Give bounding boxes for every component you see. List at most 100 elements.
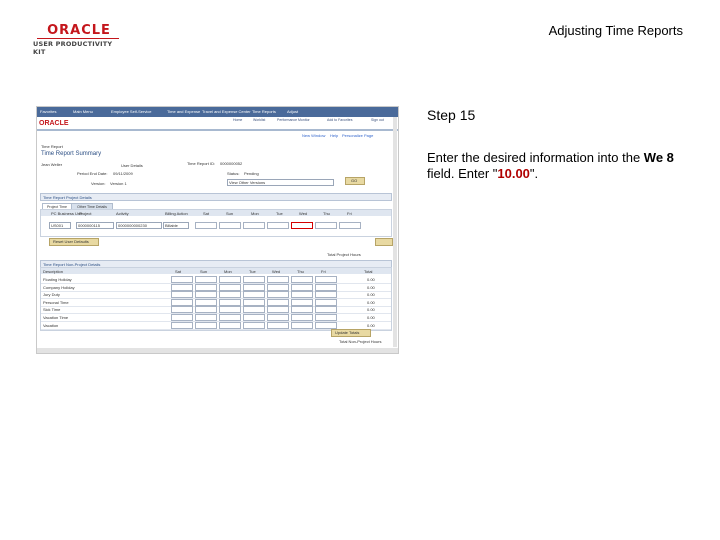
mon-hours-input[interactable]	[243, 222, 265, 229]
view-versions-select[interactable]: View Other Versions	[227, 179, 334, 186]
business-unit-input[interactable]: US001	[49, 222, 71, 229]
hours-input[interactable]	[171, 276, 193, 283]
col-activity: Activity	[116, 211, 129, 216]
activity-input[interactable]: 0000000000230	[116, 222, 162, 229]
hours-input[interactable]	[315, 298, 337, 306]
row-description: Sick Time	[43, 307, 61, 313]
reset-user-defaults-button[interactable]: Reset User Defaults	[49, 238, 99, 246]
fri-hours-input[interactable]	[339, 222, 361, 229]
row-total: 0.00	[367, 292, 375, 298]
menu-item[interactable]: Adjust	[287, 109, 298, 114]
hours-input[interactable]	[171, 321, 193, 329]
tue-hours-input[interactable]	[267, 222, 289, 229]
hours-input[interactable]	[291, 321, 313, 329]
col-sat: Sat	[175, 269, 182, 274]
hours-input[interactable]	[195, 291, 217, 299]
hours-input[interactable]	[219, 298, 241, 306]
menu-item[interactable]: Time and Expense	[167, 109, 200, 114]
hours-input[interactable]	[291, 314, 313, 321]
hours-input[interactable]	[243, 276, 265, 283]
update-totals-button[interactable]: Update Totals	[331, 329, 371, 337]
hours-input[interactable]	[291, 291, 313, 299]
hours-input[interactable]	[195, 306, 217, 314]
hours-input[interactable]	[291, 298, 313, 306]
sign-out-link[interactable]: Sign out	[371, 118, 384, 122]
thu-hours-input[interactable]	[315, 222, 337, 229]
user-name: Jean Weller	[41, 162, 63, 167]
hours-input[interactable]	[195, 298, 217, 306]
hours-input[interactable]	[267, 321, 289, 329]
add-to-favorites-link[interactable]: Add to Favorites	[327, 118, 352, 122]
hours-input[interactable]	[315, 321, 337, 329]
status-value: Pending	[244, 171, 259, 176]
brand-bar: ORACLE Home Worklist Performance Monitor…	[37, 117, 398, 131]
billing-action-select[interactable]: Billable	[163, 222, 189, 229]
oracle-upk-logo: ORACLE USER PRODUCTIVITY KIT	[33, 24, 125, 56]
hours-input[interactable]	[291, 306, 313, 314]
hours-input[interactable]	[171, 298, 193, 306]
hours-input[interactable]	[195, 321, 217, 329]
hours-input[interactable]	[171, 283, 193, 291]
personalize-page-link[interactable]: Personalize Page	[342, 133, 373, 138]
hours-input[interactable]	[219, 306, 241, 314]
hours-input[interactable]	[219, 321, 241, 329]
hours-input[interactable]	[243, 291, 265, 299]
menu-item[interactable]: Employee Self-Service	[111, 109, 151, 114]
row-description: Vacation	[43, 322, 59, 328]
go-button[interactable]: GO	[345, 177, 365, 185]
hours-input[interactable]	[219, 283, 241, 291]
col-mon: Mon	[224, 269, 232, 274]
hours-input[interactable]	[315, 276, 337, 283]
menu-item[interactable]: Time Reports	[252, 109, 276, 114]
hours-input[interactable]	[171, 314, 193, 321]
hours-input[interactable]	[267, 306, 289, 314]
hours-input[interactable]	[219, 276, 241, 283]
menu-item[interactable]: Travel and Expense Center	[202, 109, 251, 114]
hours-input[interactable]	[171, 306, 193, 314]
hours-input[interactable]	[171, 291, 193, 299]
hours-input[interactable]	[267, 276, 289, 283]
hours-input[interactable]	[219, 314, 241, 321]
col-tue: Tue	[249, 269, 256, 274]
vertical-scrollbar[interactable]	[393, 117, 397, 347]
hours-input[interactable]	[267, 283, 289, 291]
performance-monitor-link[interactable]: Performance Monitor	[277, 118, 310, 122]
help-link[interactable]: Help	[330, 133, 338, 138]
hours-input[interactable]	[315, 306, 337, 314]
we8-hours-input[interactable]	[291, 222, 313, 229]
horizontal-scrollbar[interactable]	[37, 348, 398, 353]
project-input[interactable]: 0000000115	[76, 222, 114, 229]
hours-input[interactable]	[243, 321, 265, 329]
worklist-link[interactable]: Worklist	[253, 118, 265, 122]
hours-input[interactable]	[315, 283, 337, 291]
hours-input[interactable]	[267, 314, 289, 321]
sat-hours-input[interactable]	[195, 222, 217, 229]
sun-hours-input[interactable]	[219, 222, 241, 229]
hours-input[interactable]	[315, 291, 337, 299]
hours-input[interactable]	[195, 276, 217, 283]
hours-input[interactable]	[243, 306, 265, 314]
col-business-unit: PC Business Unit	[51, 211, 83, 216]
hours-input[interactable]	[291, 276, 313, 283]
hours-input[interactable]	[195, 314, 217, 321]
home-link[interactable]: Home	[233, 118, 242, 122]
menu-item[interactable]: Main Menu	[73, 109, 93, 114]
hours-input[interactable]	[243, 314, 265, 321]
instruction-text: Enter the desired information into the	[427, 150, 644, 165]
menu-bar: Favorites Main Menu Employee Self-Servic…	[37, 107, 398, 117]
project-section-header: Time Report Project Details	[40, 193, 392, 201]
hours-input[interactable]	[267, 291, 289, 299]
hours-input[interactable]	[219, 291, 241, 299]
hours-input[interactable]	[243, 298, 265, 306]
hours-input[interactable]	[291, 283, 313, 291]
hours-input[interactable]	[243, 283, 265, 291]
go-button-2[interactable]	[375, 238, 393, 246]
menu-item[interactable]: Favorites	[40, 109, 56, 114]
hours-input[interactable]	[195, 283, 217, 291]
hours-input[interactable]	[315, 314, 337, 321]
row-total: 0.00	[367, 307, 375, 313]
new-window-link[interactable]: New Window	[302, 133, 325, 138]
col-fri: Fri	[321, 269, 326, 274]
hours-input[interactable]	[267, 298, 289, 306]
user-details-link[interactable]: User Details	[121, 163, 143, 168]
